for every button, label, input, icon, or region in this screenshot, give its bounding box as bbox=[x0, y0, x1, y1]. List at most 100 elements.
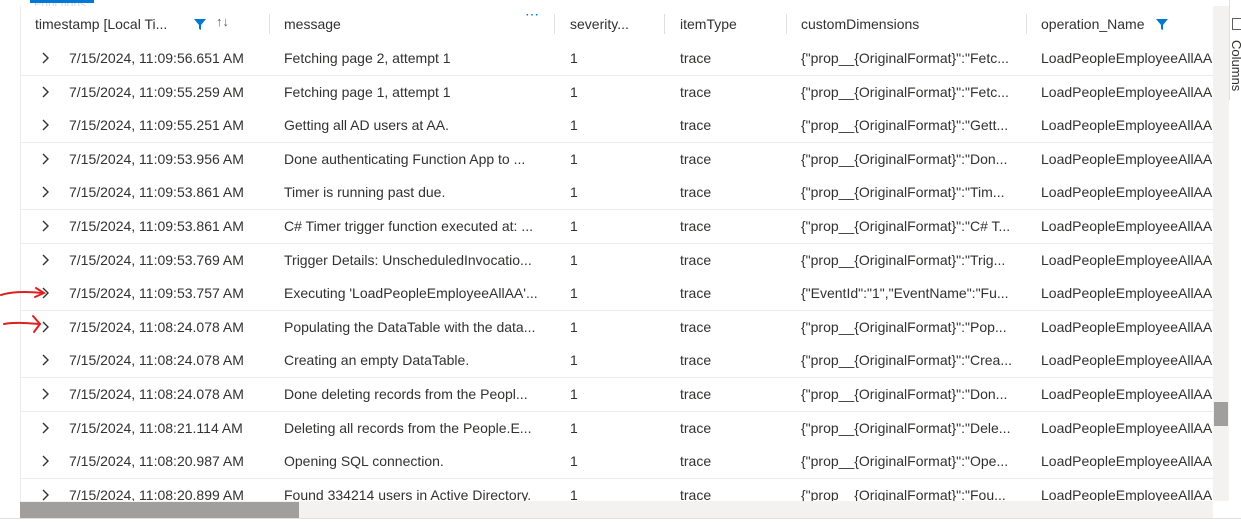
table-row[interactable]: 7/15/2024, 11:08:24.078 AM Populating the… bbox=[21, 310, 1214, 345]
filter-icon[interactable] bbox=[194, 18, 206, 30]
table-row[interactable]: 7/15/2024, 11:09:56.651 AM Fetching page … bbox=[21, 42, 1214, 76]
chevron-right-icon[interactable] bbox=[39, 253, 53, 267]
cell-customdimensions: {"prop__{OriginalFormat}":"Trig... bbox=[801, 251, 1006, 268]
footer-divider bbox=[0, 518, 1241, 531]
cell-itemtype: trace bbox=[680, 352, 712, 369]
cell-timestamp: 7/15/2024, 11:09:53.757 AM bbox=[69, 285, 244, 302]
column-header-customdimensions[interactable]: customDimensions bbox=[801, 6, 1001, 42]
chevron-right-icon[interactable] bbox=[39, 454, 53, 468]
chevron-right-icon[interactable] bbox=[39, 152, 53, 166]
vertical-scroll-thumb[interactable] bbox=[1214, 402, 1228, 426]
cell-operation-name: LoadPeopleEmployeeAllAA bbox=[1041, 419, 1213, 436]
column-separator[interactable] bbox=[269, 14, 270, 34]
cell-operation-name: LoadPeopleEmployeeAllAA bbox=[1041, 318, 1213, 335]
cell-message: Opening SQL connection. bbox=[284, 453, 444, 470]
cell-severity: 1 bbox=[570, 117, 578, 134]
cell-operation-name: LoadPeopleEmployeeAllAA bbox=[1041, 50, 1213, 66]
cell-itemtype: trace bbox=[680, 285, 712, 302]
table-row[interactable]: 7/15/2024, 11:08:21.114 AM Deleting all r… bbox=[21, 411, 1214, 446]
cell-operation-name: LoadPeopleEmployeeAllAA bbox=[1041, 218, 1213, 234]
column-separator[interactable] bbox=[664, 14, 665, 34]
cell-itemtype: trace bbox=[680, 83, 712, 100]
table-row[interactable]: 7/15/2024, 11:08:20.899 AM Found 334214 u… bbox=[21, 478, 1214, 501]
table-row[interactable]: 7/15/2024, 11:09:55.251 AM Getting all AD… bbox=[21, 109, 1214, 144]
columns-panel-label[interactable]: Columns bbox=[1229, 40, 1241, 91]
cell-timestamp: 7/15/2024, 11:09:55.259 AM bbox=[69, 83, 244, 100]
cell-timestamp: 7/15/2024, 11:09:53.956 AM bbox=[69, 150, 244, 167]
cell-operation-name: LoadPeopleEmployeeAllAA bbox=[1041, 117, 1213, 134]
filter-icon[interactable] bbox=[1156, 18, 1168, 30]
column-separator[interactable] bbox=[554, 14, 555, 34]
cell-message: Found 334214 users in Active Directory. bbox=[284, 486, 532, 501]
cell-message: Trigger Details: UnscheduledInvocatio... bbox=[284, 251, 532, 268]
cell-severity: 1 bbox=[570, 251, 578, 268]
cell-operation-name: LoadPeopleEmployeeAllAA bbox=[1041, 150, 1213, 167]
annotation-arrow-icon bbox=[0, 287, 47, 298]
sort-icon[interactable]: ↑↓ bbox=[216, 14, 229, 30]
column-separator[interactable] bbox=[1026, 14, 1027, 34]
cell-message: Executing 'LoadPeopleEmployeeAllAA'... bbox=[284, 285, 538, 302]
columns-panel-icon[interactable] bbox=[1232, 18, 1241, 30]
cell-itemtype: trace bbox=[680, 386, 712, 402]
chevron-right-icon[interactable] bbox=[39, 387, 53, 401]
column-header-message[interactable]: message bbox=[284, 6, 484, 42]
chevron-right-icon[interactable] bbox=[39, 488, 53, 501]
table-row[interactable]: 7/15/2024, 11:09:53.757 AM Executing 'Loa… bbox=[21, 277, 1214, 312]
chevron-right-icon[interactable] bbox=[39, 118, 53, 132]
cell-timestamp: 7/15/2024, 11:09:53.861 AM bbox=[69, 184, 244, 201]
cell-message: C# Timer trigger function executed at: .… bbox=[284, 218, 534, 234]
cell-severity: 1 bbox=[570, 150, 578, 167]
cell-customdimensions: {"EventId":"1","EventName":"Fu... bbox=[801, 285, 1009, 302]
cell-severity: 1 bbox=[570, 285, 578, 302]
cell-timestamp: 7/15/2024, 11:08:20.987 AM bbox=[69, 453, 244, 470]
cell-severity: 1 bbox=[570, 419, 578, 436]
chevron-right-icon[interactable] bbox=[39, 219, 53, 233]
chevron-right-icon[interactable] bbox=[39, 51, 53, 65]
cell-customdimensions: {"prop__{OriginalFormat}":"Ope... bbox=[801, 453, 1009, 470]
column-header-severity[interactable]: severity... bbox=[570, 6, 645, 42]
column-header-itemtype[interactable]: itemType bbox=[680, 6, 770, 42]
chevron-right-icon[interactable] bbox=[39, 185, 53, 199]
chevron-right-icon[interactable] bbox=[39, 421, 53, 435]
cell-itemtype: trace bbox=[680, 218, 712, 234]
cell-itemtype: trace bbox=[680, 453, 712, 470]
cell-operation-name: LoadPeopleEmployeeAllAA bbox=[1041, 486, 1213, 501]
table-row[interactable]: 7/15/2024, 11:08:20.987 AM Opening SQL co… bbox=[21, 445, 1214, 480]
cell-itemtype: trace bbox=[680, 318, 712, 335]
table-row[interactable]: 7/15/2024, 11:09:53.861 AM C# Timer trigg… bbox=[21, 210, 1214, 244]
table-row[interactable]: 7/15/2024, 11:08:24.078 AM Creating an em… bbox=[21, 344, 1214, 379]
table-row[interactable]: 7/15/2024, 11:09:55.259 AM Fetching page … bbox=[21, 75, 1214, 110]
table-row[interactable]: 7/15/2024, 11:09:53.861 AM Timer is runni… bbox=[21, 176, 1214, 211]
horizontal-scroll-thumb[interactable] bbox=[20, 502, 299, 518]
vertical-scrollbar[interactable] bbox=[1213, 6, 1229, 501]
column-header-timestamp[interactable]: timestamp [Local Ti... bbox=[35, 6, 185, 42]
cell-itemtype: trace bbox=[680, 419, 712, 436]
cell-timestamp: 7/15/2024, 11:09:53.769 AM bbox=[69, 251, 244, 268]
more-icon[interactable]: ⋯ bbox=[525, 6, 540, 23]
column-header-operation-name[interactable]: operation_Name bbox=[1041, 6, 1161, 42]
cell-severity: 1 bbox=[570, 218, 578, 234]
chevron-right-icon[interactable] bbox=[39, 85, 53, 99]
cell-itemtype: trace bbox=[680, 50, 712, 66]
cell-customdimensions: {"prop__{OriginalFormat}":"Dele... bbox=[801, 419, 1011, 436]
cell-message: Creating an empty DataTable. bbox=[284, 352, 470, 369]
cell-customdimensions: {"prop__{OriginalFormat}":"Tim... bbox=[801, 184, 1005, 201]
chevron-right-icon[interactable] bbox=[39, 353, 53, 367]
cell-message: Populating the DataTable with the data..… bbox=[284, 318, 536, 335]
column-separator[interactable] bbox=[786, 14, 787, 34]
table-row[interactable]: 7/15/2024, 11:09:53.769 AM Trigger Detail… bbox=[21, 243, 1214, 278]
cell-itemtype: trace bbox=[680, 486, 712, 501]
cell-severity: 1 bbox=[570, 184, 578, 201]
cell-severity: 1 bbox=[570, 453, 578, 470]
table-row[interactable]: 7/15/2024, 11:09:53.956 AM Done authentic… bbox=[21, 142, 1214, 177]
grid-header: timestamp [Local Ti... ↑↓ message ⋯ seve… bbox=[21, 6, 1214, 43]
table-row[interactable]: 7/15/2024, 11:08:24.078 AM Done deleting … bbox=[21, 378, 1214, 412]
cell-timestamp: 7/15/2024, 11:09:55.251 AM bbox=[69, 117, 244, 134]
cell-timestamp: 7/15/2024, 11:08:24.078 AM bbox=[69, 318, 244, 335]
cell-operation-name: LoadPeopleEmployeeAllAA bbox=[1041, 285, 1213, 302]
cell-timestamp: 7/15/2024, 11:09:56.651 AM bbox=[69, 50, 244, 66]
cell-message: Timer is running past due. bbox=[284, 184, 446, 201]
cell-operation-name: LoadPeopleEmployeeAllAA bbox=[1041, 453, 1213, 470]
cell-severity: 1 bbox=[570, 50, 578, 66]
cell-timestamp: 7/15/2024, 11:08:20.899 AM bbox=[69, 486, 244, 501]
